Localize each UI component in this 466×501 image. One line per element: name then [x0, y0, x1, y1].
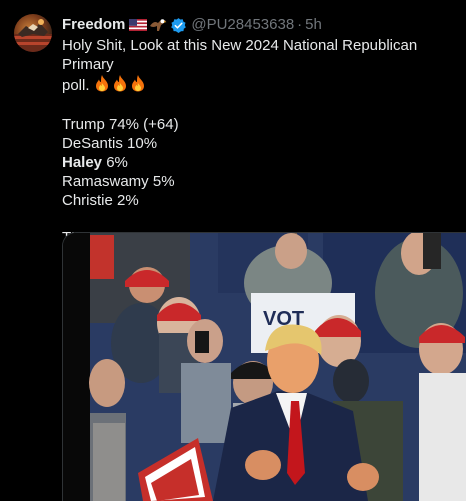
fire-icon: [113, 75, 126, 92]
poll-value-haley: 6%: [102, 154, 128, 171]
poll-line-christie: Christie 2%: [62, 192, 139, 209]
author-badges: [129, 17, 167, 33]
eagle-icon: [150, 19, 167, 31]
poll-line-trump: Trump 74% (+64): [62, 116, 179, 133]
timestamp[interactable]: 5h: [305, 15, 322, 35]
avatar[interactable]: [14, 14, 52, 52]
video-thumbnail[interactable]: VOT: [62, 232, 466, 501]
tweet-text: Holy Shit, Look at this New 2024 Nationa…: [62, 36, 466, 247]
separator-dot: ·: [297, 16, 303, 33]
tweet[interactable]: Freedom @PU28453638 · 5h Holy Shit, Look…: [0, 0, 466, 501]
tweet-header: Freedom @PU28453638 · 5h: [62, 15, 466, 35]
tweet-line: poll.: [62, 74, 466, 95]
poll-line-haley: Haley 6%: [62, 153, 466, 172]
poll-line-desantis: DeSantis 10%: [62, 135, 158, 152]
tweet-line-text: poll.: [62, 77, 90, 94]
eagle-flag-avatar: [14, 19, 52, 52]
fire-icon: [95, 75, 108, 92]
fire-emojis: [94, 74, 146, 92]
video-frame: VOT: [63, 233, 466, 501]
verified-badge-icon[interactable]: [170, 17, 187, 34]
poll-name-haley: Haley: [62, 154, 103, 171]
us-flag-icon: [129, 19, 148, 31]
tweet-line: Holy Shit, Look at this New 2024 Nationa…: [62, 37, 418, 73]
author-handle[interactable]: @PU28453638: [191, 15, 294, 35]
fire-icon: [131, 75, 144, 92]
author-name[interactable]: Freedom: [62, 15, 125, 35]
poll-line-ramaswamy: Ramaswamy 5%: [62, 173, 175, 190]
